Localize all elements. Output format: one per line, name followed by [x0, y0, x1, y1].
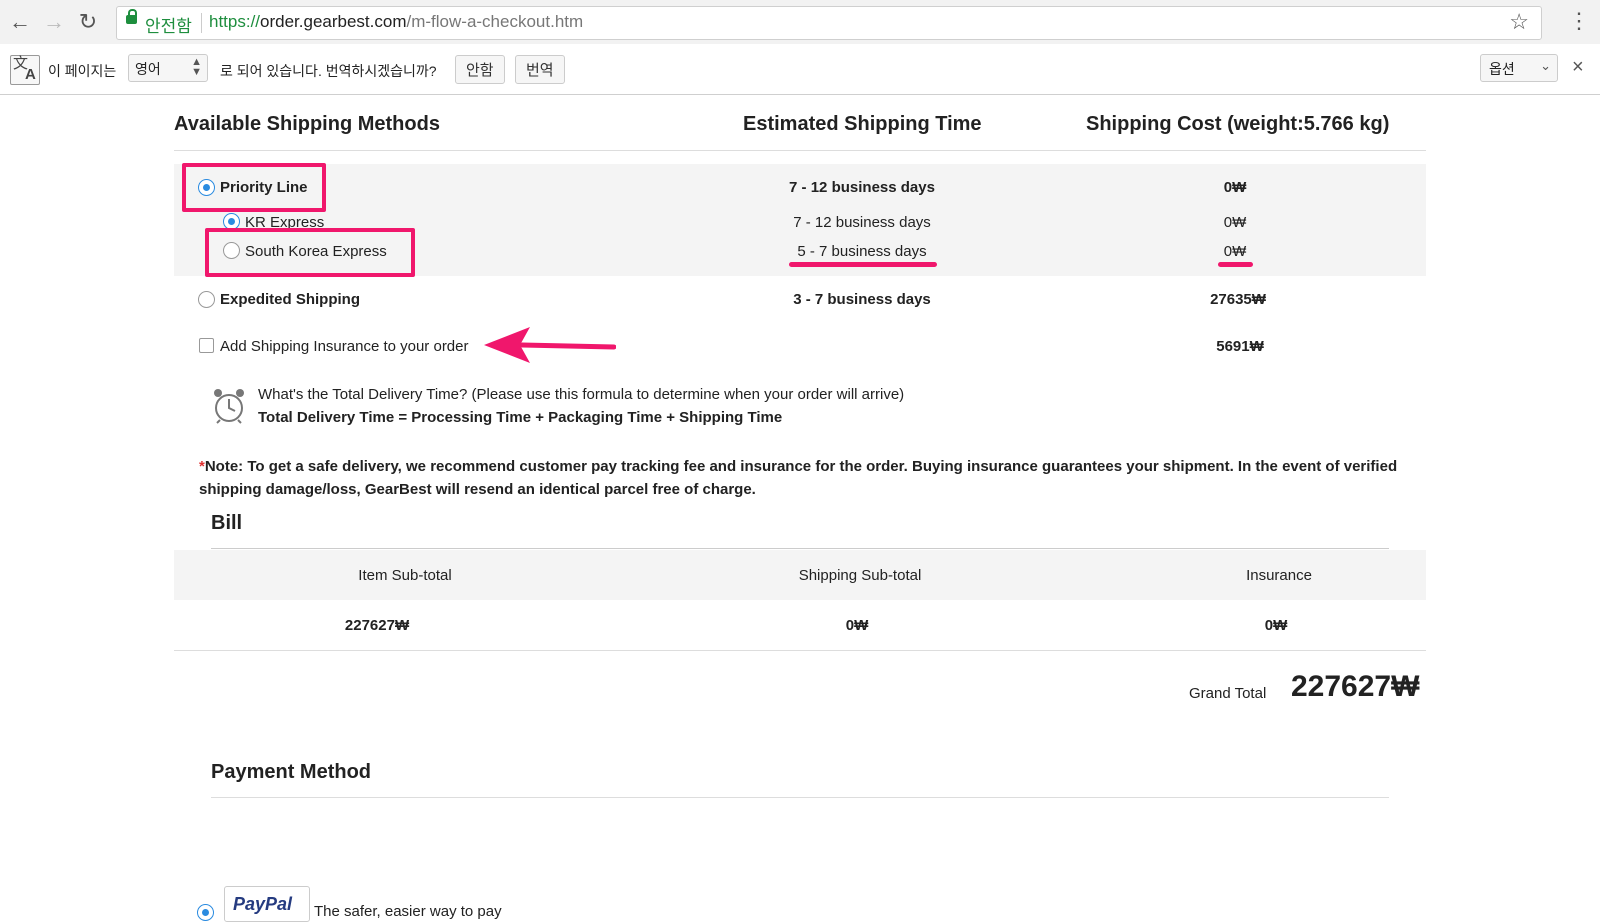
priority-line-cost: 0₩: [1223, 179, 1247, 196]
col-header-method: Available Shipping Methods: [174, 113, 440, 135]
secure-label: 안전함: [145, 17, 192, 36]
insurance-label: Add Shipping Insurance to your order: [220, 338, 469, 355]
insurance-checkbox[interactable]: [199, 338, 214, 353]
annotation-box-priority: [182, 163, 326, 212]
chevron-down-icon: ⌄: [1540, 58, 1551, 73]
priority-line-time: 7 - 12 business days: [789, 179, 935, 196]
annotation-box-south-korea: [205, 228, 415, 277]
bill-header-shipping: Shipping Sub-total: [798, 567, 922, 584]
forward-icon[interactable]: →: [40, 8, 68, 36]
translate-prefix: 이 페이지는: [48, 63, 117, 79]
note-text: *Note: To get a safe delivery, we recomm…: [199, 455, 1424, 501]
annotation-underline-time: [789, 262, 937, 267]
close-icon[interactable]: ×: [1572, 56, 1584, 79]
payment-divider: [211, 797, 1389, 798]
note-body: Note: To get a safe delivery, we recomme…: [199, 458, 1398, 498]
kr-express-cost: 0₩: [1223, 214, 1247, 231]
lock-icon: [126, 9, 137, 24]
url-host: order.gearbest.com: [260, 12, 407, 31]
translate-suffix: 로 되어 있습니다. 번역하시겠습니까?: [220, 63, 437, 79]
expedited-cost: 27635₩: [1210, 291, 1266, 308]
options-select[interactable]: 옵션 ⌄: [1480, 54, 1558, 82]
header-divider: [174, 150, 1426, 151]
no-translate-button[interactable]: 안함: [455, 55, 505, 84]
south-korea-express-time: 5 - 7 business days: [797, 243, 927, 260]
url-path: /m-flow-a-checkout.htm: [406, 12, 584, 31]
kr-express-time: 7 - 12 business days: [793, 214, 931, 231]
translate-bar: 文A 이 페이지는 영어 ▲ ▼ 로 되어 있습니다. 번역하시겠습니까? 안함 …: [0, 44, 1600, 95]
translate-button[interactable]: 번역: [515, 55, 565, 84]
expedited-label: Expedited Shipping: [220, 291, 361, 308]
paypal-tagline: The safer, easier way to pay: [314, 903, 502, 920]
paypal-radio[interactable]: [197, 904, 214, 921]
insurance-cost: 5691₩: [1216, 338, 1264, 355]
expedited-time: 3 - 7 business days: [793, 291, 931, 308]
south-korea-express-cost: 0₩: [1223, 243, 1247, 260]
bill-bottom-divider: [174, 650, 1426, 651]
url-field[interactable]: 안전함 https://order.gearbest.com/m-flow-a-…: [116, 6, 1542, 40]
payment-title: Payment Method: [211, 761, 372, 783]
url-separator: [201, 13, 202, 33]
alarm-clock-icon: [214, 389, 244, 424]
url-text: https://order.gearbest.com/m-flow-a-chec…: [209, 12, 583, 32]
annotation-underline-cost: [1218, 262, 1253, 267]
paypal-logo-text: PayPal: [233, 894, 293, 914]
bill-value-item: 227627₩: [344, 617, 410, 634]
bill-title: Bill: [211, 512, 243, 534]
grand-total-value: 227627₩: [1291, 670, 1420, 703]
bill-header-insurance: Insurance: [1246, 567, 1312, 584]
updown-icon: ▲ ▼: [191, 56, 202, 78]
bookmark-star-icon[interactable]: ☆: [1509, 9, 1529, 35]
grand-total-label: Grand Total: [1189, 685, 1267, 702]
bill-header-item: Item Sub-total: [358, 567, 452, 584]
delivery-question: What's the Total Delivery Time? (Please …: [258, 386, 905, 403]
bill-value-insurance: 0₩: [1264, 617, 1288, 634]
bill-value-shipping: 0₩: [845, 617, 869, 634]
bill-header-row: Item Sub-total Shipping Sub-total Insura…: [174, 550, 1426, 600]
menu-icon[interactable]: ⋮: [1568, 8, 1590, 34]
options-label: 옵션: [1489, 61, 1515, 77]
annotation-arrow: [484, 327, 616, 363]
bill-divider: [211, 548, 1389, 549]
reload-icon[interactable]: ↻: [74, 8, 102, 36]
address-bar: ← → ↻ 안전함 https://order.gearbest.com/m-f…: [0, 0, 1600, 44]
col-header-cost: Shipping Cost (weight:5.766 kg): [1086, 113, 1390, 135]
language-select-value: 영어: [135, 61, 161, 77]
delivery-formula: Total Delivery Time = Processing Time + …: [258, 409, 783, 426]
expedited-radio[interactable]: [198, 291, 215, 308]
back-icon[interactable]: ←: [6, 8, 34, 36]
language-select[interactable]: 영어 ▲ ▼: [128, 54, 208, 82]
url-scheme: https://: [209, 12, 261, 31]
col-header-time: Estimated Shipping Time: [743, 113, 982, 135]
translate-icon: 文A: [10, 55, 40, 85]
paypal-logo[interactable]: PayPal: [224, 886, 310, 922]
